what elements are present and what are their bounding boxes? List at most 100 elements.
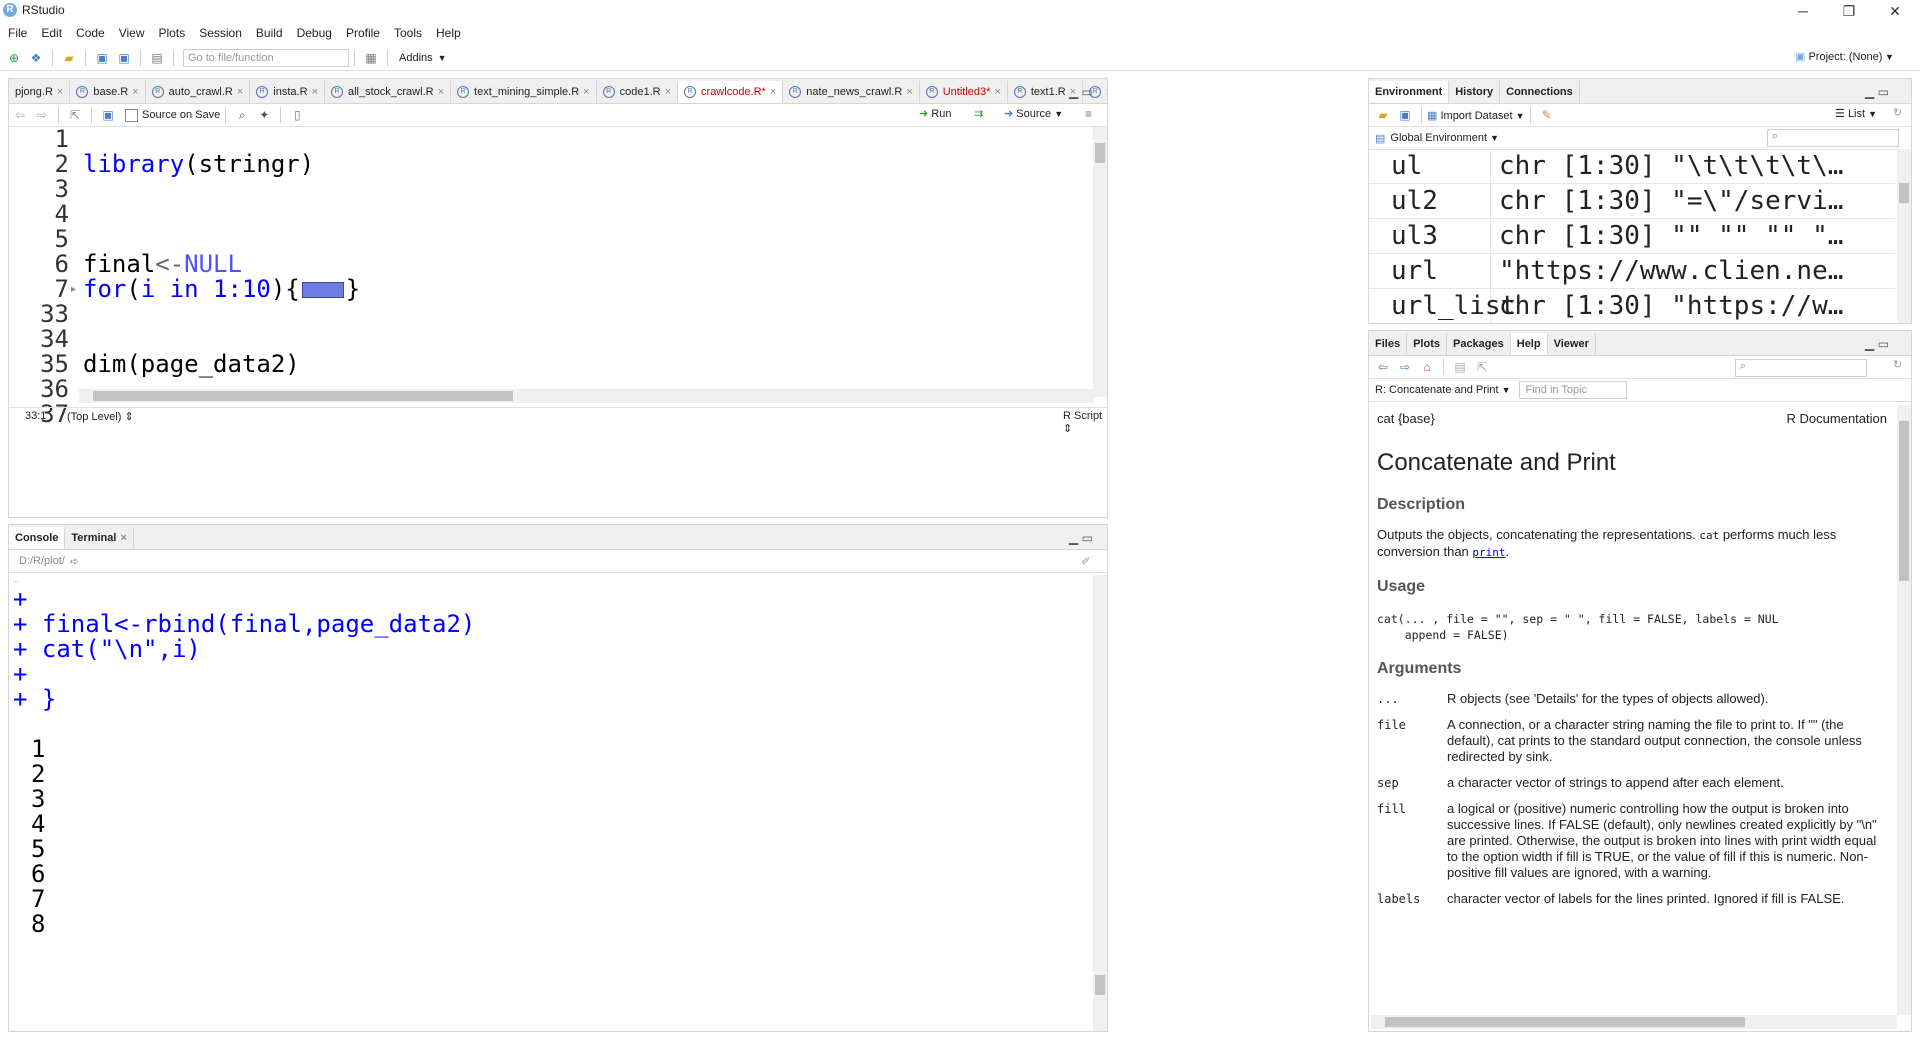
tab-nate-news-crawl[interactable]: Rnate_news_crawl.R × (783, 81, 920, 103)
menu-profile[interactable]: Profile (346, 26, 380, 40)
tab-console[interactable]: Console (9, 527, 66, 549)
run-button[interactable]: ➜ Run (919, 107, 951, 120)
menu-session[interactable]: Session (199, 26, 242, 40)
maximize-button[interactable]: ❐ (1826, 0, 1872, 22)
scope-selector[interactable]: (Top Level) ⇕ (67, 410, 134, 423)
code-editor[interactable]: 1 2 3 4 5 6 7 33 34 35 36 37 ▸ library(s… (9, 127, 1093, 427)
close-icon[interactable]: × (994, 81, 1000, 103)
environment-search-input[interactable]: ⌕ (1767, 129, 1899, 147)
show-in-window-icon[interactable]: ⇱ (67, 107, 83, 123)
load-workspace-icon[interactable]: ▰ (1375, 107, 1391, 123)
find-in-topic-input[interactable]: Find in Topic (1518, 381, 1627, 399)
scope-selector[interactable]: Global Environment ▼ (1390, 132, 1499, 144)
home-icon[interactable]: ⌂ (1419, 359, 1435, 375)
minimize-button[interactable]: ─ (1780, 0, 1826, 22)
help-search-input[interactable]: ⌕ (1735, 359, 1867, 377)
close-icon[interactable]: × (665, 81, 671, 103)
close-icon[interactable]: × (906, 81, 912, 103)
minimize-pane-icon[interactable]: ▁ ▭ (1069, 85, 1093, 99)
tab-history[interactable]: History (1449, 81, 1501, 103)
outline-icon[interactable]: ≡ (1085, 107, 1092, 121)
tab-terminal[interactable]: Terminal × (65, 527, 134, 549)
menu-view[interactable]: View (119, 26, 145, 40)
topic-selector[interactable]: R: Concatenate and Print ▼ (1375, 384, 1511, 396)
menu-help[interactable]: Help (436, 26, 461, 40)
tab-connections[interactable]: Connections (1500, 81, 1580, 103)
compile-report-icon[interactable]: ▯ (289, 107, 305, 123)
tab-environment[interactable]: Environment (1369, 81, 1450, 103)
scrollbar-thumb[interactable] (1899, 421, 1909, 581)
back-arrow-icon[interactable]: ⇦ (12, 107, 28, 123)
refresh-icon[interactable]: ↻ (1893, 106, 1902, 119)
scrollbar-thumb[interactable] (1899, 183, 1909, 203)
show-in-window-icon[interactable]: ⇱ (1474, 359, 1490, 375)
console-vertical-scrollbar[interactable] (1093, 575, 1107, 1031)
open-file-icon[interactable]: ▰ (61, 50, 77, 66)
environment-row[interactable]: ul chr [1:30] "\t\t\t\t\… (1369, 149, 1895, 184)
menu-debug[interactable]: Debug (297, 26, 332, 40)
grid-layout-icon[interactable]: ▦ (363, 50, 379, 66)
scrollbar-thumb[interactable] (1095, 143, 1105, 163)
menu-file[interactable]: File (8, 26, 27, 40)
close-icon[interactable]: × (237, 81, 243, 103)
tab-plots[interactable]: Plots (1407, 333, 1447, 355)
print-link[interactable]: print (1472, 546, 1505, 559)
menu-tools[interactable]: Tools (394, 26, 422, 40)
broom-icon[interactable]: ✎ (1539, 107, 1555, 123)
menu-build[interactable]: Build (256, 26, 283, 40)
import-dataset-button[interactable]: ▦ Import Dataset ▼ (1427, 109, 1525, 122)
source-on-save-checkbox[interactable] (125, 108, 138, 122)
close-icon[interactable]: × (132, 81, 138, 103)
project-button[interactable]: ▣ Project: (None) ▼ (1795, 50, 1894, 63)
environment-row[interactable]: url "https://www.clien.ne… (1369, 254, 1895, 289)
new-project-icon[interactable]: ❖ (28, 50, 44, 66)
folded-code-marker[interactable] (301, 282, 344, 298)
menu-edit[interactable]: Edit (41, 26, 62, 40)
magic-wand-icon[interactable]: ✦ (256, 107, 272, 123)
search-icon[interactable]: ⌕ (234, 107, 250, 123)
tab-packages[interactable]: Packages (1447, 333, 1511, 355)
save-all-icon[interactable]: ▣ (116, 50, 132, 66)
addins-button[interactable]: Addins (399, 52, 433, 64)
editor-vertical-scrollbar[interactable] (1093, 127, 1107, 397)
go-to-directory-icon[interactable]: ➪ (70, 555, 79, 568)
menu-plots[interactable]: Plots (159, 26, 186, 40)
rerun-icon[interactable]: ⇉ (974, 107, 983, 120)
forward-arrow-icon[interactable]: ⇨ (34, 107, 50, 123)
tab-code1[interactable]: Rcode1.R × (597, 81, 679, 103)
file-type-selector[interactable]: R Script ⇕ (1063, 410, 1107, 435)
scrollbar-thumb[interactable] (93, 391, 513, 401)
save-workspace-icon[interactable]: ▣ (1397, 107, 1413, 123)
tab-viewer[interactable]: Viewer (1548, 333, 1596, 355)
help-vertical-scrollbar[interactable] (1897, 405, 1911, 1015)
tab-files[interactable]: Files (1369, 333, 1408, 355)
clear-console-icon[interactable]: ✐ (1081, 555, 1090, 568)
tab-auto-crawl[interactable]: Rauto_crawl.R × (146, 81, 251, 103)
source-button[interactable]: ➜ Source ▼ (1004, 107, 1063, 120)
help-horizontal-scrollbar[interactable] (1371, 1015, 1897, 1029)
menu-code[interactable]: Code (76, 26, 105, 40)
minimize-pane-icon[interactable]: ▁ ▭ (1069, 531, 1093, 545)
tab-text-mining-simple[interactable]: Rtext_mining_simple.R × (451, 81, 597, 103)
back-arrow-icon[interactable]: ⇦ (1375, 359, 1391, 375)
tab-help[interactable]: Help (1510, 333, 1548, 355)
tab-untitled3[interactable]: R Untitled3* × (920, 81, 1008, 103)
editor-horizontal-scrollbar[interactable] (79, 389, 1093, 403)
environment-row[interactable]: ul3 chr [1:30] "" "" "" "… (1369, 219, 1895, 254)
environment-vertical-scrollbar[interactable] (1897, 149, 1911, 323)
scrollbar-thumb[interactable] (1385, 1017, 1745, 1027)
close-button[interactable]: ✕ (1872, 0, 1918, 22)
tab-crawlcode[interactable]: Rcrawlcode.R* × (678, 81, 784, 103)
forward-arrow-icon[interactable]: ⇨ (1397, 359, 1413, 375)
fold-arrow-icon[interactable]: ▸ (71, 284, 76, 295)
close-icon[interactable]: × (312, 81, 318, 103)
tab-base[interactable]: Rbase.R × (70, 81, 146, 103)
close-icon[interactable]: × (120, 527, 126, 549)
close-icon[interactable]: × (583, 81, 589, 103)
refresh-icon[interactable]: ↻ (1893, 358, 1902, 371)
goto-file-input[interactable]: Go to file/function (183, 49, 349, 67)
environment-row[interactable]: url_list chr [1:30] "https://w… (1369, 289, 1895, 323)
save-icon[interactable]: ▣ (100, 107, 116, 123)
close-icon[interactable]: × (438, 81, 444, 103)
console-output[interactable]: ' + + final<-rbind(final,page_data2) + c… (13, 581, 1089, 1029)
